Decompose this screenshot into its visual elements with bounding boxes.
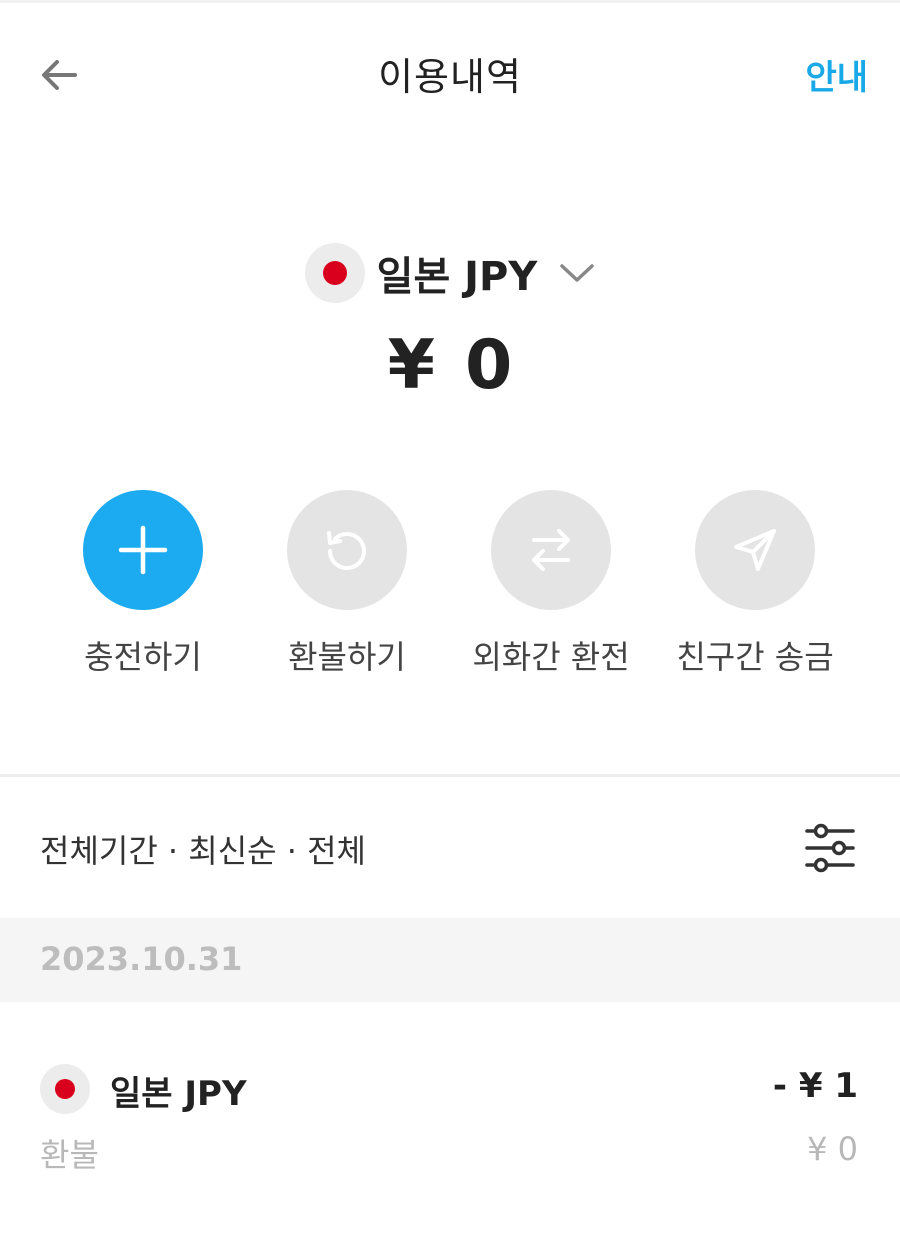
balance-currency-symbol: ¥ [387,326,435,405]
charge-label: 충전하기 [84,638,202,676]
date-header: 2023.10.31 [0,918,900,1002]
transaction-currency: 일본 JPY [110,1074,247,1114]
currency-label: 일본 JPY [376,254,538,300]
sliders-icon[interactable] [804,822,856,874]
chevron-down-icon [559,261,595,285]
japan-flag-icon [304,243,365,303]
section-divider [0,774,900,777]
page-title: 이용내역 [378,55,522,99]
balance-value: 0 [465,326,513,405]
charge-button[interactable]: 충전하기 [43,490,243,678]
send-label: 친구간 송금 [676,638,834,676]
transaction-row[interactable]: 일본 JPY - ¥ 1 환불 ¥ 0 [0,1040,900,1190]
refund-button[interactable]: 환불하기 [247,490,447,678]
refund-label: 환불하기 [288,638,406,676]
transaction-balance: ¥ 0 [807,1130,858,1168]
exchange-label: 외화간 환전 [472,638,630,676]
send-icon [695,490,815,610]
refund-icon [287,490,407,610]
transaction-type: 환불 [40,1136,99,1174]
guide-link[interactable]: 안내 [805,50,868,99]
filter-bar: 전체기간 · 최신순 · 전체 [0,800,900,900]
exchange-icon [491,490,611,610]
japan-flag-icon [40,1064,90,1114]
action-buttons: 충전하기 환불하기 외화간 환전 친구간 송금 [0,490,900,690]
send-button[interactable]: 친구간 송금 [655,490,855,678]
transaction-date: 2023.10.31 [40,940,243,978]
plus-icon [83,490,203,610]
transaction-amount: - ¥ 1 [772,1066,858,1106]
app-header: 이용내역 안내 [0,0,900,150]
currency-selector[interactable]: 일본 JPY [0,240,900,306]
exchange-button[interactable]: 외화간 환전 [451,490,651,678]
filter-summary[interactable]: 전체기간 · 최신순 · 전체 [40,826,366,872]
balance-amount: ¥0 [0,326,900,405]
